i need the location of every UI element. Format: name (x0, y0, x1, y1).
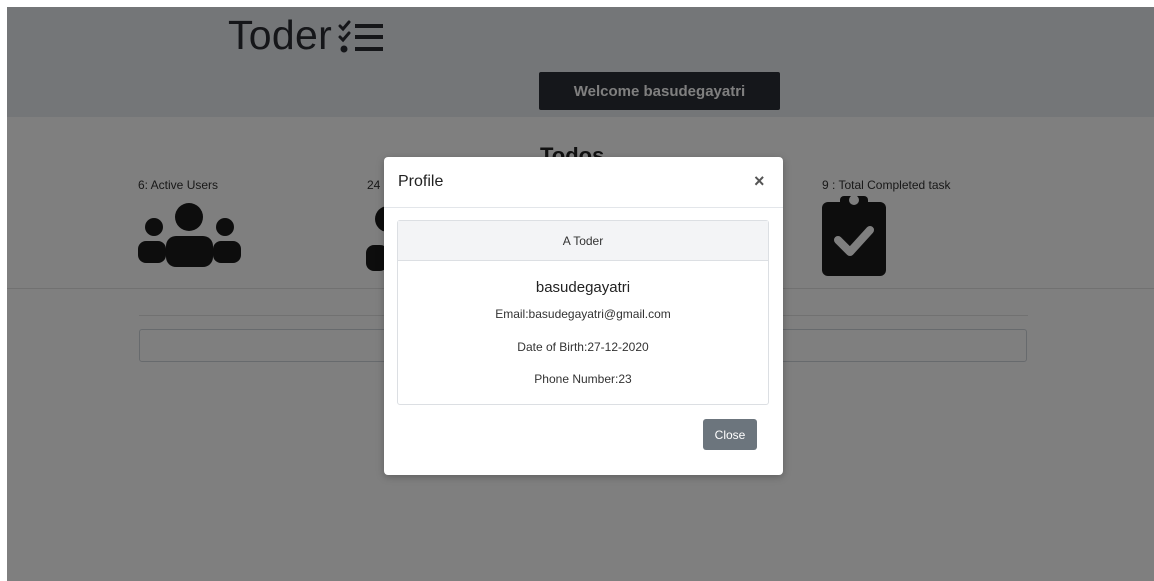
close-button[interactable]: Close (703, 419, 757, 450)
modal-header-divider (384, 207, 783, 208)
profile-card: A Toder basudegayatri Email:basudegayatr… (397, 220, 769, 405)
profile-dob: Date of Birth:27-12-2020 (517, 340, 649, 354)
profile-email: Email:basudegayatri@gmail.com (495, 307, 671, 321)
profile-phone: Phone Number:23 (534, 372, 632, 386)
page: Toder Welcome basudegayatri Todos 6: Act… (0, 0, 1154, 581)
top-margin (0, 0, 1154, 7)
profile-card-header: A Toder (398, 221, 768, 261)
modal-title: Profile (398, 173, 444, 190)
profile-modal: Profile × A Toder basudegayatri Email:ba… (384, 157, 783, 475)
close-icon[interactable]: × (754, 171, 765, 192)
left-margin (0, 0, 7, 581)
profile-username: basudegayatri (535, 279, 631, 296)
